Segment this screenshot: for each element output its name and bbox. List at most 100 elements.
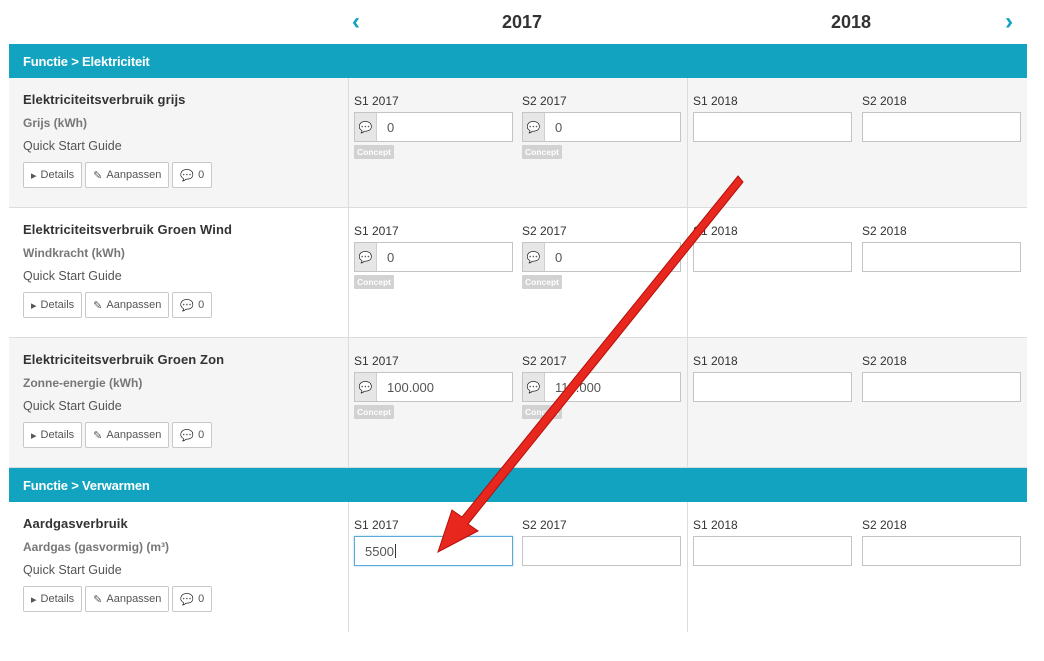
comments-button[interactable]: 💬 0 [172,586,213,612]
value-input[interactable] [862,112,1021,142]
value-input-focused[interactable]: 5500 [354,536,513,566]
row-guide: Quick Start Guide [23,563,122,577]
value-input[interactable]: 💬 110.000 [522,372,681,402]
details-button[interactable]: ▸ Details [23,586,83,612]
edit-button[interactable]: ✎ Aanpassen [85,586,170,612]
row-guide: Quick Start Guide [23,139,122,153]
value-input[interactable] [522,536,681,566]
concept-badge: Concept [522,275,562,289]
value-input[interactable] [693,372,852,402]
value-cell: S1 2017 💬 0 Concept [354,224,514,290]
pencil-icon: ✎ [93,429,103,442]
edit-button[interactable]: ✎ Aanpassen [85,422,170,448]
comment-icon[interactable]: 💬 [355,373,377,401]
caret-right-icon: ▸ [31,169,37,182]
column-divider [687,208,688,337]
value-input[interactable]: 💬 0 [354,112,513,142]
concept-badge: Concept [354,405,394,419]
details-button[interactable]: ▸ Details [23,162,83,188]
row-unit: Zonne-energie (kWh) [23,376,143,390]
value-input[interactable]: 💬 100.000 [354,372,513,402]
concept-badge: Concept [522,145,562,159]
comment-icon[interactable]: 💬 [523,373,545,401]
row-description: Elektriciteitsverbruik grijs Grijs (kWh)… [9,78,349,207]
value-cell: S2 2017 💬 0 Concept [522,224,682,290]
value-cell: S2 2018 [862,518,1022,566]
section-header-verwarmen: Functie > Verwarmen [9,468,1027,502]
row-title: Elektriciteitsverbruik grijs [23,92,186,107]
details-button[interactable]: ▸ Details [23,422,83,448]
pencil-icon: ✎ [93,169,103,182]
comment-icon[interactable]: 💬 [355,243,377,271]
cell-label: S1 2018 [693,518,738,532]
year-navigation: ‹ 2017 2018 › [0,0,1044,44]
comments-button[interactable]: 💬 0 [172,422,213,448]
comment-icon[interactable]: 💬 [523,243,545,271]
cell-label: S2 2018 [862,518,907,532]
value-input[interactable] [862,536,1021,566]
value-cell: S1 2017 5500 [354,518,514,566]
value-cell: S1 2018 [693,224,853,272]
caret-right-icon: ▸ [31,299,37,312]
cell-label: S1 2017 [354,354,399,368]
row-title: Aardgasverbruik [23,516,128,531]
row-unit: Aardgas (gasvormig) (m³) [23,540,170,554]
cell-label: S1 2018 [693,354,738,368]
column-divider [687,78,688,207]
cell-label: S2 2018 [862,354,907,368]
value-cell: S2 2018 [862,94,1022,142]
value-input[interactable]: 💬 0 [354,242,513,272]
value-input[interactable]: 💬 0 [522,112,681,142]
concept-badge: Concept [354,275,394,289]
previous-year-chevron-icon[interactable]: ‹ [352,10,360,34]
row-guide: Quick Start Guide [23,269,122,283]
comment-icon: 💬 [180,169,195,182]
pencil-icon: ✎ [93,299,103,312]
edit-button[interactable]: ✎ Aanpassen [85,292,170,318]
value-input[interactable] [862,372,1021,402]
value-input[interactable] [862,242,1021,272]
value-cell: S2 2017 💬 110.000 Concept [522,354,682,420]
table-row: Elektriciteitsverbruik grijs Grijs (kWh)… [9,78,1027,208]
cell-label: S1 2017 [354,94,399,108]
comments-button[interactable]: 💬 0 [172,162,213,188]
comment-icon[interactable]: 💬 [523,113,545,141]
section-header-elektriciteit: Functie > Elektriciteit [9,44,1027,78]
row-description: Aardgasverbruik Aardgas (gasvormig) (m³)… [9,502,349,632]
details-button[interactable]: ▸ Details [23,292,83,318]
cell-label: S1 2017 [354,518,399,532]
year-label-2017: 2017 [501,12,543,32]
value-cell: S2 2018 [862,354,1022,402]
row-unit: Grijs (kWh) [23,116,88,130]
value-input[interactable] [693,112,852,142]
comment-icon[interactable]: 💬 [355,113,377,141]
cell-label: S2 2017 [522,224,567,238]
value-input[interactable]: 💬 0 [522,242,681,272]
cell-label: S1 2017 [354,224,399,238]
caret-right-icon: ▸ [31,593,37,606]
value-cell: S1 2018 [693,94,853,142]
value-cell: S1 2017 💬 0 Concept [354,94,514,160]
column-divider [687,338,688,467]
row-description: Elektriciteitsverbruik Groen Zon Zonne-e… [9,338,349,467]
cell-label: S2 2017 [522,354,567,368]
table-row: Aardgasverbruik Aardgas (gasvormig) (m³)… [9,502,1027,632]
value-input[interactable] [693,242,852,272]
comment-icon: 💬 [180,429,195,442]
cell-label: S2 2017 [522,518,567,532]
value-cell: S1 2017 💬 100.000 Concept [354,354,514,420]
next-year-chevron-icon[interactable]: › [1005,10,1013,34]
value-cell: S2 2018 [862,224,1022,272]
caret-right-icon: ▸ [31,429,37,442]
row-title: Elektriciteitsverbruik Groen Zon [23,352,225,367]
cell-label: S1 2018 [693,224,738,238]
column-divider [687,502,688,632]
table-row: Elektriciteitsverbruik Groen Wind Windkr… [9,208,1027,338]
cell-label: S2 2018 [862,94,907,108]
year-label-2018: 2018 [830,12,872,32]
comments-button[interactable]: 💬 0 [172,292,213,318]
value-input[interactable] [693,536,852,566]
edit-button[interactable]: ✎ Aanpassen [85,162,170,188]
value-cell: S2 2017 [522,518,682,566]
concept-badge: Concept [522,405,562,419]
